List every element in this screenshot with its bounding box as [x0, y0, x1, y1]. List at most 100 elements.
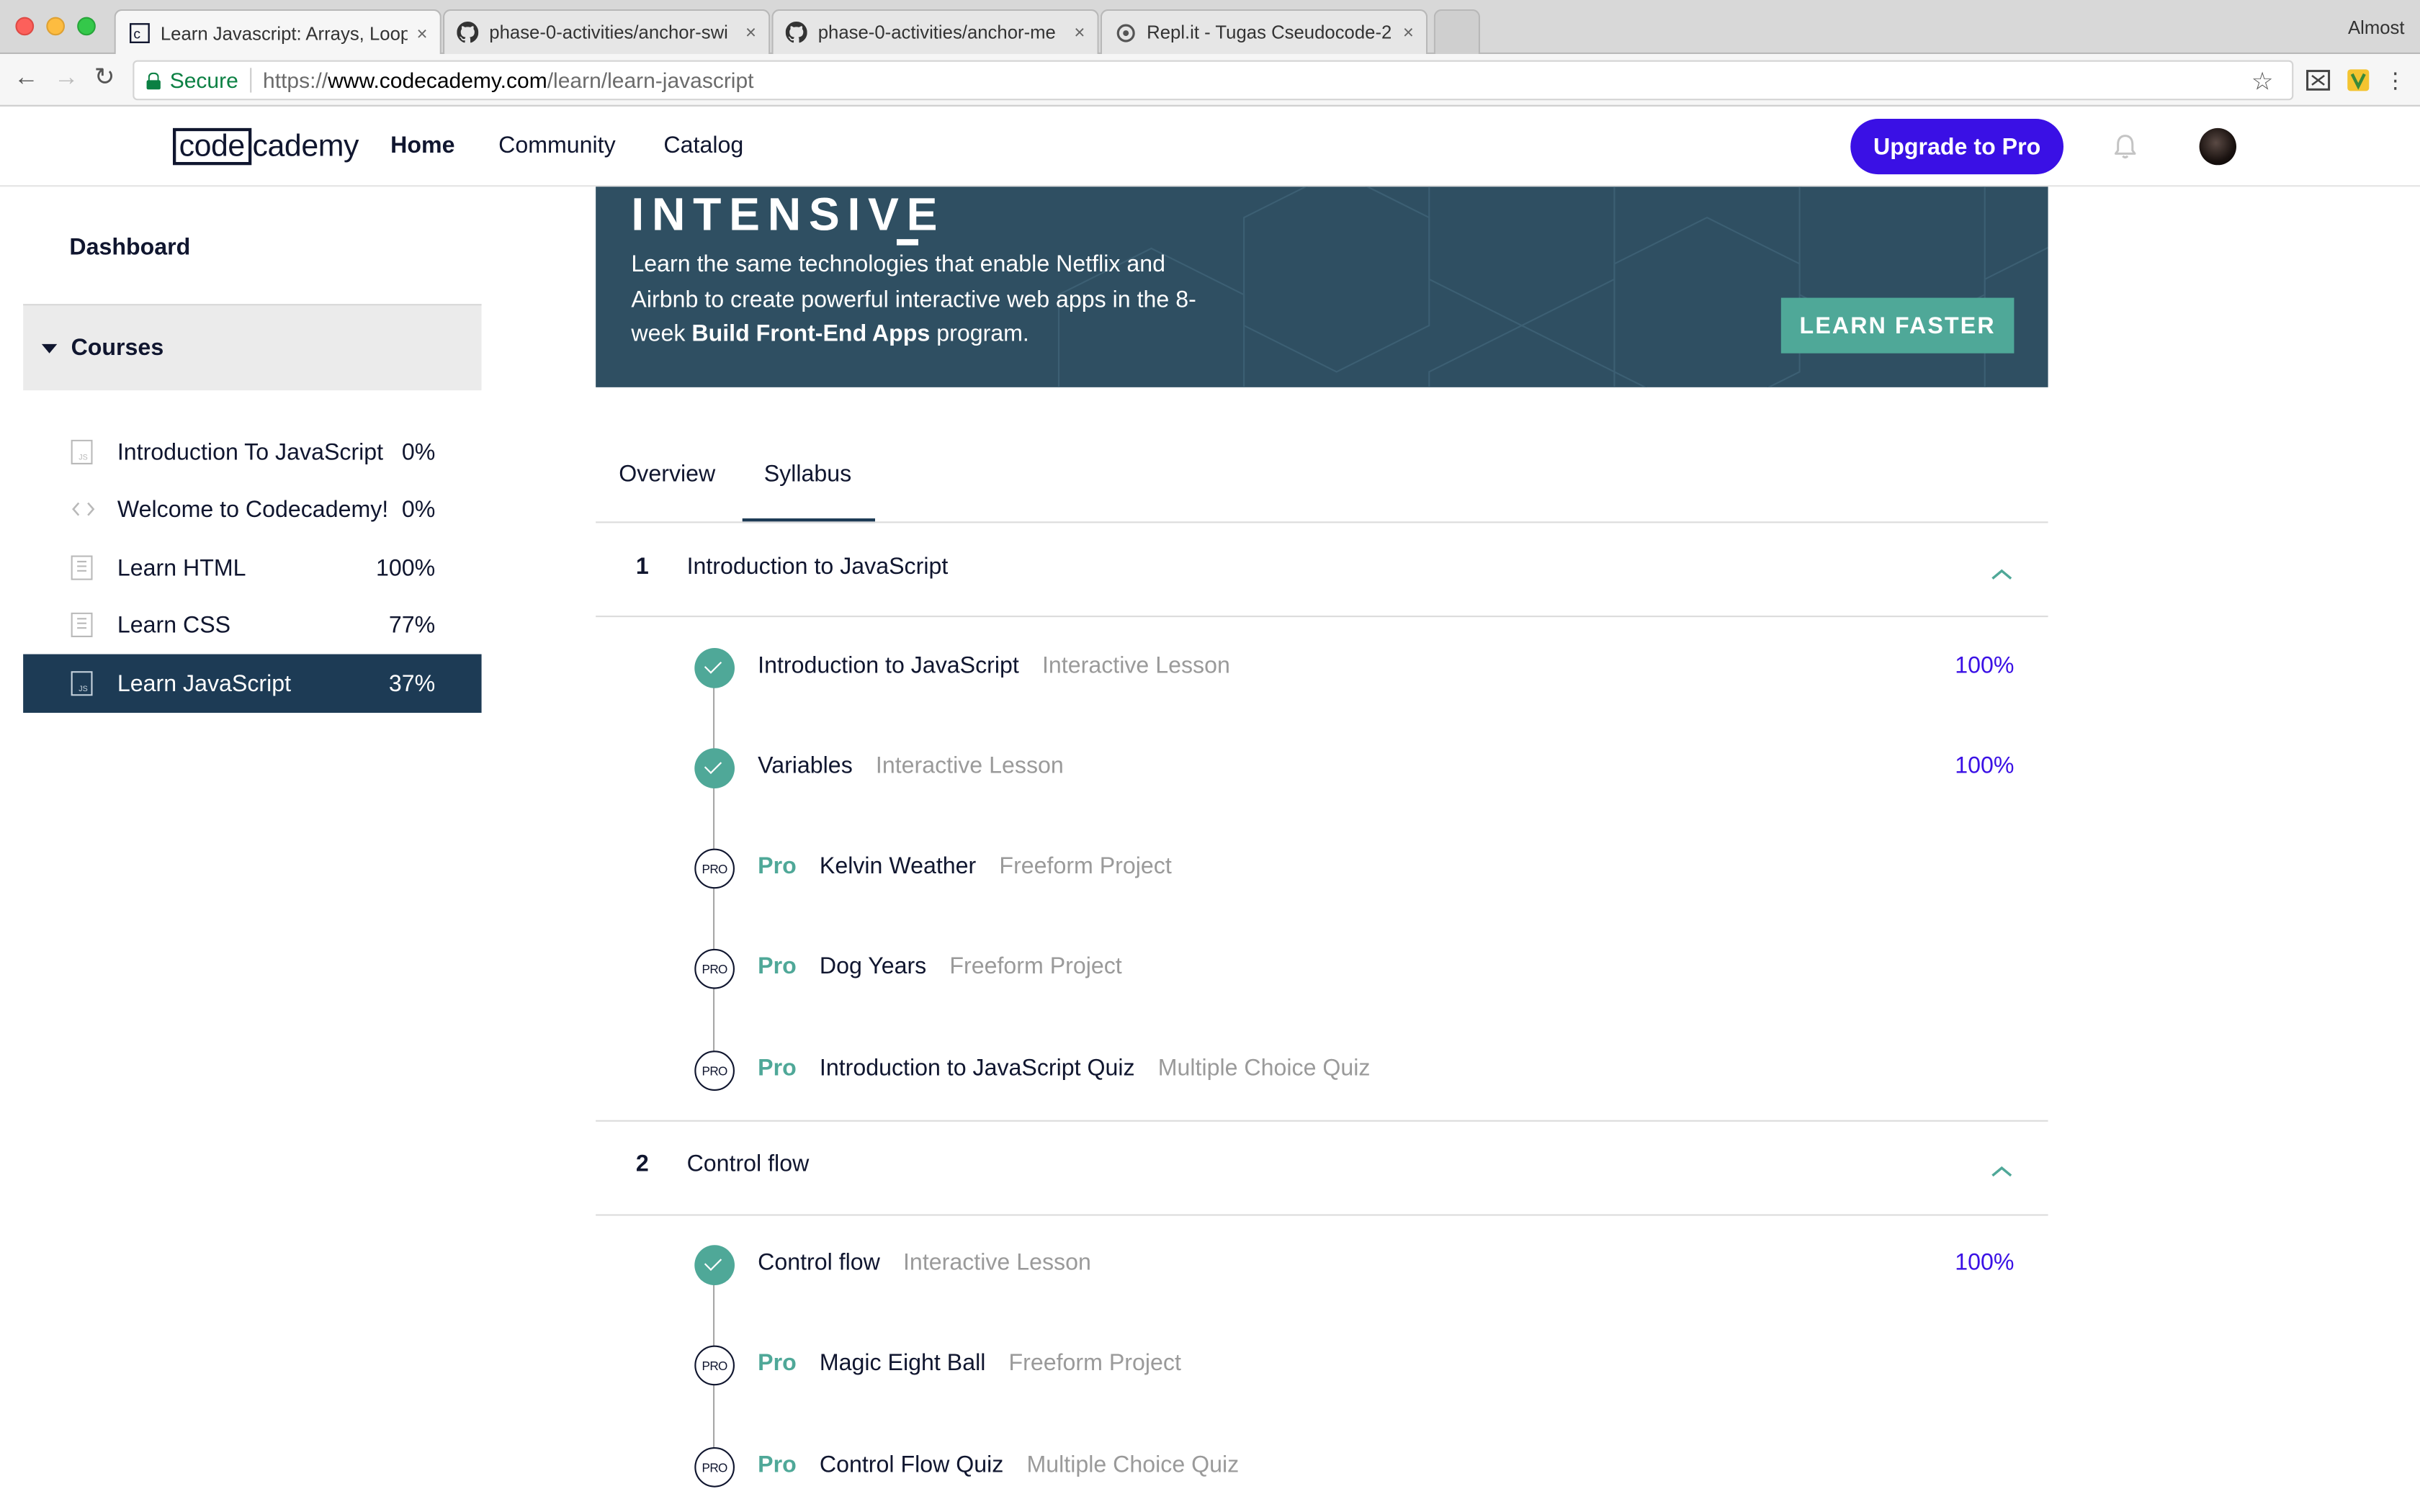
browser-tab-github-1[interactable]: phase-0-activities/anchor-swi × — [443, 9, 771, 54]
reload-icon[interactable]: ↻ — [94, 66, 115, 91]
lesson-item[interactable]: PRO Pro Control Flow Quiz Multiple Choice … — [679, 1444, 2038, 1490]
pro-badge-icon: PRO — [694, 948, 735, 989]
pro-tag: Pro — [758, 1350, 797, 1377]
pro-tag: Pro — [758, 1055, 797, 1082]
replit-icon — [1114, 22, 1136, 43]
tab-title: Repl.it - Tugas Cseudocode-2 — [1147, 22, 1392, 43]
bookmark-star-icon[interactable]: ☆ — [2251, 66, 2274, 97]
cast-extension-icon[interactable] — [2304, 66, 2332, 94]
close-tab-icon[interactable]: × — [417, 22, 428, 44]
lesson-name: Introduction to JavaScript — [758, 652, 1019, 679]
section-divider — [596, 616, 2048, 618]
pro-tag: Pro — [758, 853, 797, 880]
html-file-icon — [71, 555, 93, 580]
banner-text-post: program. — [930, 320, 1029, 348]
address-toolbar: ← → ↻ Secure https:// www.codecademy.com… — [0, 54, 2420, 107]
completed-check-icon — [694, 648, 735, 688]
course-name: Learn CSS — [117, 611, 231, 639]
lesson-item[interactable]: PRO Pro Magic Eight Ball Freeform Project — [679, 1342, 2038, 1388]
close-window-button[interactable] — [15, 17, 35, 36]
lesson-item[interactable]: Control flow Interactive Lesson 100% — [679, 1242, 2038, 1288]
lesson-type: Freeform Project — [1008, 1350, 1181, 1377]
secure-label: Secure — [169, 68, 238, 93]
new-tab-button[interactable] — [1433, 9, 1480, 54]
lesson-item[interactable]: Introduction to JavaScript Interactive Le… — [679, 645, 2038, 691]
course-progress: 0% — [401, 438, 436, 466]
nav-community[interactable]: Community — [498, 132, 616, 158]
pro-badge-icon: PRO — [694, 848, 735, 889]
svg-text:JS: JS — [79, 454, 87, 462]
learn-faster-button[interactable]: LEARN FASTER — [1780, 297, 2015, 354]
codecademy-favicon: c — [128, 22, 150, 44]
close-tab-icon[interactable]: × — [745, 22, 756, 43]
courses-toggle[interactable]: Courses — [23, 304, 482, 391]
url-divider — [250, 68, 253, 93]
browser-tab-codecademy[interactable]: c Learn Javascript: Arrays, Loops × — [114, 9, 442, 56]
nav-home[interactable]: Home — [390, 132, 454, 158]
sidebar-course-intro-javascript[interactable]: JS Introduction To JavaScript 0% — [23, 423, 481, 481]
url-bar[interactable]: Secure https:// www.codecademy.com /lear… — [133, 60, 2294, 101]
profile-name[interactable]: Almost — [2348, 17, 2405, 39]
section-title[interactable]: Introduction to JavaScript — [687, 554, 949, 580]
browser-tab-github-2[interactable]: phase-0-activities/anchor-me × — [771, 9, 1099, 54]
sidebar-course-welcome[interactable]: Welcome to Codecademy! 0% — [23, 480, 481, 538]
course-progress: 0% — [401, 495, 436, 523]
upgrade-to-pro-button[interactable]: Upgrade to Pro — [1850, 119, 2063, 175]
lesson-item[interactable]: PRO Pro Dog Years Freeform Project — [679, 946, 2038, 992]
course-progress: 77% — [388, 611, 436, 639]
js-file-icon: JS — [71, 671, 93, 696]
lesson-type: Freeform Project — [999, 853, 1172, 880]
back-icon[interactable]: ← — [14, 66, 38, 91]
sidebar-course-learn-html[interactable]: Learn HTML 100% — [23, 539, 481, 597]
lesson-name: Introduction to JavaScript Quiz — [819, 1055, 1135, 1082]
completed-check-icon — [694, 748, 735, 788]
browser-menu-icon[interactable]: ⋮ — [2381, 66, 2409, 94]
close-tab-icon[interactable]: × — [1403, 22, 1414, 43]
forward-icon[interactable]: → — [54, 66, 79, 91]
bell-icon[interactable] — [2111, 132, 2139, 161]
section-title[interactable]: Control flow — [687, 1151, 810, 1177]
browser-tab-replit[interactable]: Repl.it - Tugas Cseudocode-2 × — [1100, 9, 1428, 54]
zoom-window-button[interactable] — [77, 17, 96, 36]
section-number: 2 — [635, 1151, 649, 1177]
lesson-name: Kelvin Weather — [819, 853, 977, 880]
tab-overview[interactable]: Overview — [619, 462, 715, 487]
section-number: 1 — [635, 554, 649, 580]
avatar[interactable] — [2199, 127, 2236, 166]
lesson-item[interactable]: PRO Pro Introduction to JavaScript Quiz Mu… — [679, 1048, 2038, 1094]
course-name: Welcome to Codecademy! — [117, 495, 389, 523]
css-file-icon — [71, 612, 93, 637]
nav-catalog[interactable]: Catalog — [663, 132, 743, 158]
pro-badge-icon: PRO — [694, 1446, 735, 1488]
browser-window: c Learn Javascript: Arrays, Loops × phas… — [0, 0, 2420, 1512]
codecademy-logo[interactable]: code cademy — [173, 127, 359, 166]
intensive-promo-banner: INTENSIVE Learn the same technologies th… — [596, 186, 2048, 387]
lesson-type: Multiple Choice Quiz — [1026, 1452, 1240, 1478]
tab-syllabus[interactable]: Syllabus — [764, 462, 852, 487]
lesson-progress: 100% — [1955, 652, 2015, 679]
vue-devtools-extension-icon[interactable] — [2344, 66, 2372, 94]
lesson-name: Variables — [758, 752, 853, 780]
sidebar-course-learn-javascript[interactable]: JS Learn JavaScript 37% — [23, 654, 482, 713]
lesson-name: Dog Years — [819, 953, 927, 980]
logo-rest-text: cademy — [252, 128, 359, 163]
lesson-item[interactable]: PRO Pro Kelvin Weather Freeform Project — [679, 845, 2038, 891]
chevron-up-icon[interactable] — [1989, 1158, 2014, 1177]
pro-badge-icon: PRO — [694, 1345, 735, 1386]
lesson-name: Control Flow Quiz — [819, 1452, 1004, 1478]
chevron-up-icon[interactable] — [1989, 562, 2014, 580]
lesson-type: Interactive Lesson — [1041, 652, 1230, 679]
close-tab-icon[interactable]: × — [1074, 22, 1085, 43]
minimize-window-button[interactable] — [46, 17, 65, 36]
lesson-type: Interactive Lesson — [875, 752, 1064, 780]
tab-title: Learn Javascript: Arrays, Loops — [160, 22, 408, 45]
course-progress: 37% — [388, 670, 436, 697]
pro-tag: Pro — [758, 1452, 797, 1478]
sidebar-dashboard-link[interactable]: Dashboard — [69, 235, 190, 261]
sidebar-course-learn-css[interactable]: Learn CSS 77% — [23, 595, 481, 654]
lesson-progress: 100% — [1955, 1249, 2015, 1277]
lesson-item[interactable]: Variables Interactive Lesson 100% — [679, 745, 2038, 791]
lesson-name: Control flow — [758, 1249, 880, 1277]
banner-title-underline — [897, 239, 918, 246]
lesson-progress: 100% — [1955, 752, 2015, 780]
